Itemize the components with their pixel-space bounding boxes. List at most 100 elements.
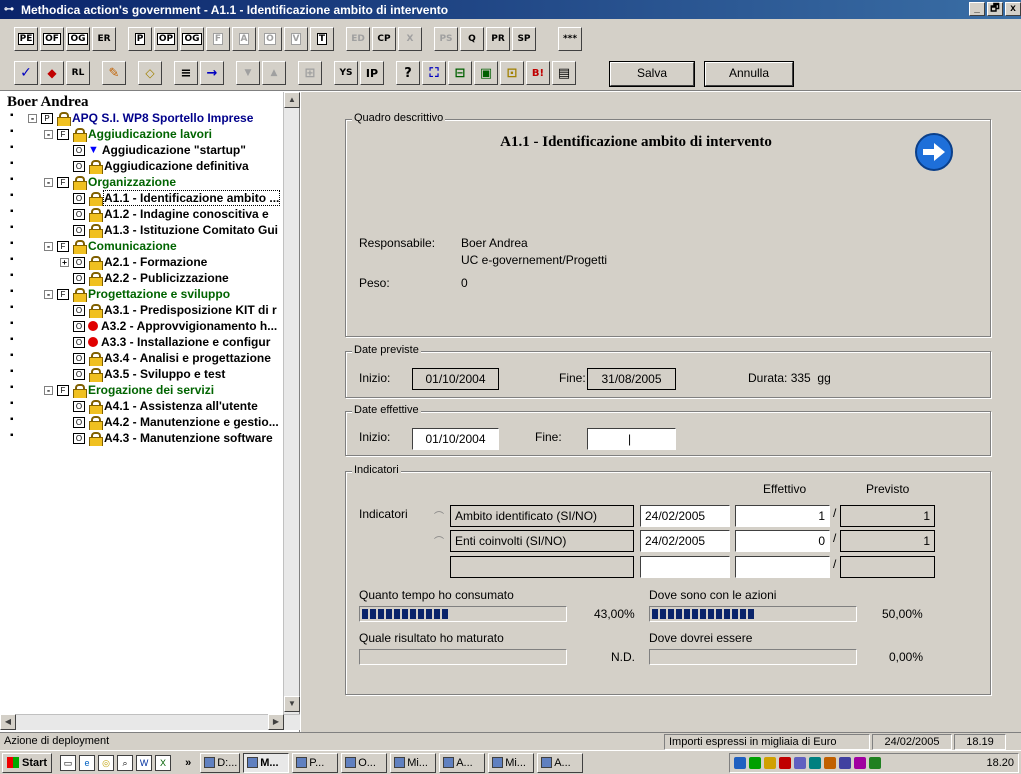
taskbar-task-button[interactable]: O... (341, 752, 388, 773)
toolbar-ip-button[interactable]: IP (360, 61, 384, 85)
toolbar-note-icon[interactable]: ◇ (138, 61, 162, 85)
indicator-name-field[interactable]: Enti coinvolti (SI/NO) (450, 530, 634, 552)
tree-node[interactable]: ▪ O Aggiudicazione definitiva (0, 158, 284, 174)
toolbar-delete-icon[interactable]: X (398, 27, 422, 51)
tree-node[interactable]: ▪ - F Aggiudicazione lavori (0, 126, 284, 142)
toolbar-o-button[interactable]: O (258, 27, 282, 51)
expand-icon[interactable]: + (60, 257, 69, 267)
toolbar-a-button[interactable]: A (232, 27, 256, 51)
tray-app-icon[interactable] (854, 757, 866, 769)
tray-alert-icon[interactable] (779, 757, 791, 769)
tree-node[interactable]: ▪ O A1.2 - Indagine conoscitiva e (0, 206, 284, 222)
save-button[interactable]: Salva (609, 61, 695, 87)
toolbar-help-icon[interactable]: ? (396, 61, 420, 85)
collapse-icon[interactable]: - (44, 241, 53, 251)
tray-network-icon[interactable] (734, 757, 746, 769)
effettive-inizio-input[interactable]: 01/10/2004 (412, 428, 499, 450)
quicklaunch-search-icon[interactable]: ⌕ (117, 754, 134, 771)
taskbar-task-button[interactable]: A... (537, 752, 584, 773)
toolbar-arrow-right-icon[interactable]: → (200, 61, 224, 85)
taskbar-task-button[interactable]: Mi... (390, 752, 437, 773)
collapse-icon[interactable]: - (44, 385, 53, 395)
tray-security-icon[interactable] (839, 757, 851, 769)
tree-node[interactable]: ▪ O A2.2 - Publicizzazione (0, 270, 284, 286)
tray-volume-icon[interactable] (869, 757, 881, 769)
tree-node[interactable]: ▪ O A3.1 - Predisposizione KIT di r (0, 302, 284, 318)
tray-tool-icon[interactable] (824, 757, 836, 769)
taskbar-task-button[interactable]: P... (292, 752, 339, 773)
tree-node[interactable]: ▪ O A3.4 - Analisi e progettazione (0, 350, 284, 366)
tree-node[interactable]: ▪ + O A2.1 - Formazione (0, 254, 284, 270)
cancel-button[interactable]: Annulla (704, 61, 794, 87)
toolbar-v-button[interactable]: V (284, 27, 308, 51)
toolbar-og-button[interactable]: OG (66, 27, 90, 51)
toolbar-copy-icon[interactable]: CP (372, 27, 396, 51)
toolbar-hierarchy-button[interactable]: ER (92, 27, 116, 51)
tree-node[interactable]: ▪ O ▼ Aggiudicazione "startup" (0, 142, 284, 158)
quicklaunch-outlook-icon[interactable]: ◎ (98, 754, 115, 771)
toolbar-p-button[interactable]: P (128, 27, 152, 51)
toolbar-paste-icon[interactable]: PS (434, 27, 458, 51)
tree-vertical-scrollbar[interactable]: ▲ ▼ (283, 92, 300, 714)
quicklaunch-word-icon[interactable]: W (136, 754, 153, 771)
title-bar[interactable]: ⊶ Methodica action's government - A1.1 -… (0, 0, 1021, 19)
toolbar-folder-icon[interactable]: ⊡ (500, 61, 524, 85)
toolbar-rl-icon[interactable]: RL (66, 61, 90, 85)
close-button[interactable]: x (1005, 2, 1021, 16)
tree-node[interactable]: ▪ O A1.1 - Identificazione ambito ... (0, 190, 284, 206)
start-button[interactable]: Start (2, 752, 53, 773)
toolbar-t-button[interactable]: T (310, 27, 334, 51)
tree-node[interactable]: ▪ - F Comunicazione (0, 238, 284, 254)
toolbar-diamond-icon[interactable]: ◆ (40, 61, 64, 85)
collapse-icon[interactable]: - (44, 177, 53, 187)
quicklaunch-ie-icon[interactable]: e (79, 754, 96, 771)
toolbar-op-button[interactable]: OP (154, 27, 178, 51)
toolbar-pencil-icon[interactable]: ✎ (102, 61, 126, 85)
toolbar-alert-icon[interactable]: B! (526, 61, 550, 85)
collapse-icon[interactable]: - (28, 113, 37, 123)
tree-node[interactable]: ▪ O A1.3 - Istituzione Comitato Gui (0, 222, 284, 238)
tree-node[interactable]: ▪ - F Erogazione dei servizi (0, 382, 284, 398)
toolbar-calc-icon[interactable]: ⊞ (298, 61, 322, 85)
collapse-icon[interactable]: - (44, 289, 53, 299)
indicator-effettivo-field[interactable]: 1 (735, 505, 830, 527)
toolbar-og2-button[interactable]: OG (180, 27, 204, 51)
tree-node[interactable]: ▪ O A3.5 - Sviluppo e test (0, 366, 284, 382)
scroll-down-icon[interactable]: ▼ (284, 696, 300, 712)
indicator-name-field[interactable] (450, 556, 634, 578)
indicator-date-field[interactable] (640, 556, 730, 578)
toolbar-preview-icon[interactable]: SP (512, 27, 536, 51)
toolbar-window-icon[interactable]: ⊟ (448, 61, 472, 85)
indicator-date-field[interactable]: 24/02/2005 (640, 505, 730, 527)
next-arrow-icon[interactable] (915, 133, 953, 171)
toolbar-search-icon[interactable]: Q (460, 27, 484, 51)
toolbar-list-icon[interactable]: ≡ (174, 61, 198, 85)
toolbar-move-down-icon[interactable]: ▼ (236, 61, 260, 85)
taskbar-task-button[interactable]: Mi... (488, 752, 535, 773)
taskbar-task-button[interactable]: D:... (200, 752, 241, 773)
scroll-up-icon[interactable]: ▲ (284, 92, 300, 108)
indicator-link-icon[interactable]: ⌒ (434, 508, 444, 523)
scroll-left-icon[interactable]: ◀ (0, 714, 16, 730)
tree-node[interactable]: ▪ - F Progettazione e sviluppo (0, 286, 284, 302)
toolbar-f-button[interactable]: F (206, 27, 230, 51)
taskbar-task-button[interactable]: A... (439, 752, 486, 773)
toolbar-check-icon[interactable]: ✓ (14, 61, 38, 85)
toolbar-print-icon[interactable]: PR (486, 27, 510, 51)
indicator-link-icon[interactable]: ⌒ (434, 533, 444, 548)
tree-node[interactable]: ▪ O A4.3 - Manutenzione software (0, 430, 284, 446)
taskbar-task-button[interactable]: M... (243, 752, 290, 773)
tree-horizontal-scrollbar[interactable]: ◀ ▶ (0, 714, 300, 730)
effettive-fine-input[interactable]: | (587, 428, 676, 450)
restore-button[interactable]: 🗗 (987, 2, 1003, 16)
toolbar-report-icon[interactable]: ▤ (552, 61, 576, 85)
indicator-effettivo-field[interactable] (735, 556, 830, 578)
tray-antivirus-icon[interactable] (749, 757, 761, 769)
toolbar-network-icon[interactable]: ⛶ (422, 61, 446, 85)
tray-sync-icon[interactable] (809, 757, 821, 769)
collapse-icon[interactable]: - (44, 129, 53, 139)
tree-node[interactable]: ▪ O A3.2 - Approvvigionamento h... (0, 318, 284, 334)
quicklaunch-desktop-icon[interactable]: ▭ (60, 754, 77, 771)
quicklaunch-excel-icon[interactable]: X (155, 754, 172, 771)
indicator-name-field[interactable]: Ambito identificato (SI/NO) (450, 505, 634, 527)
